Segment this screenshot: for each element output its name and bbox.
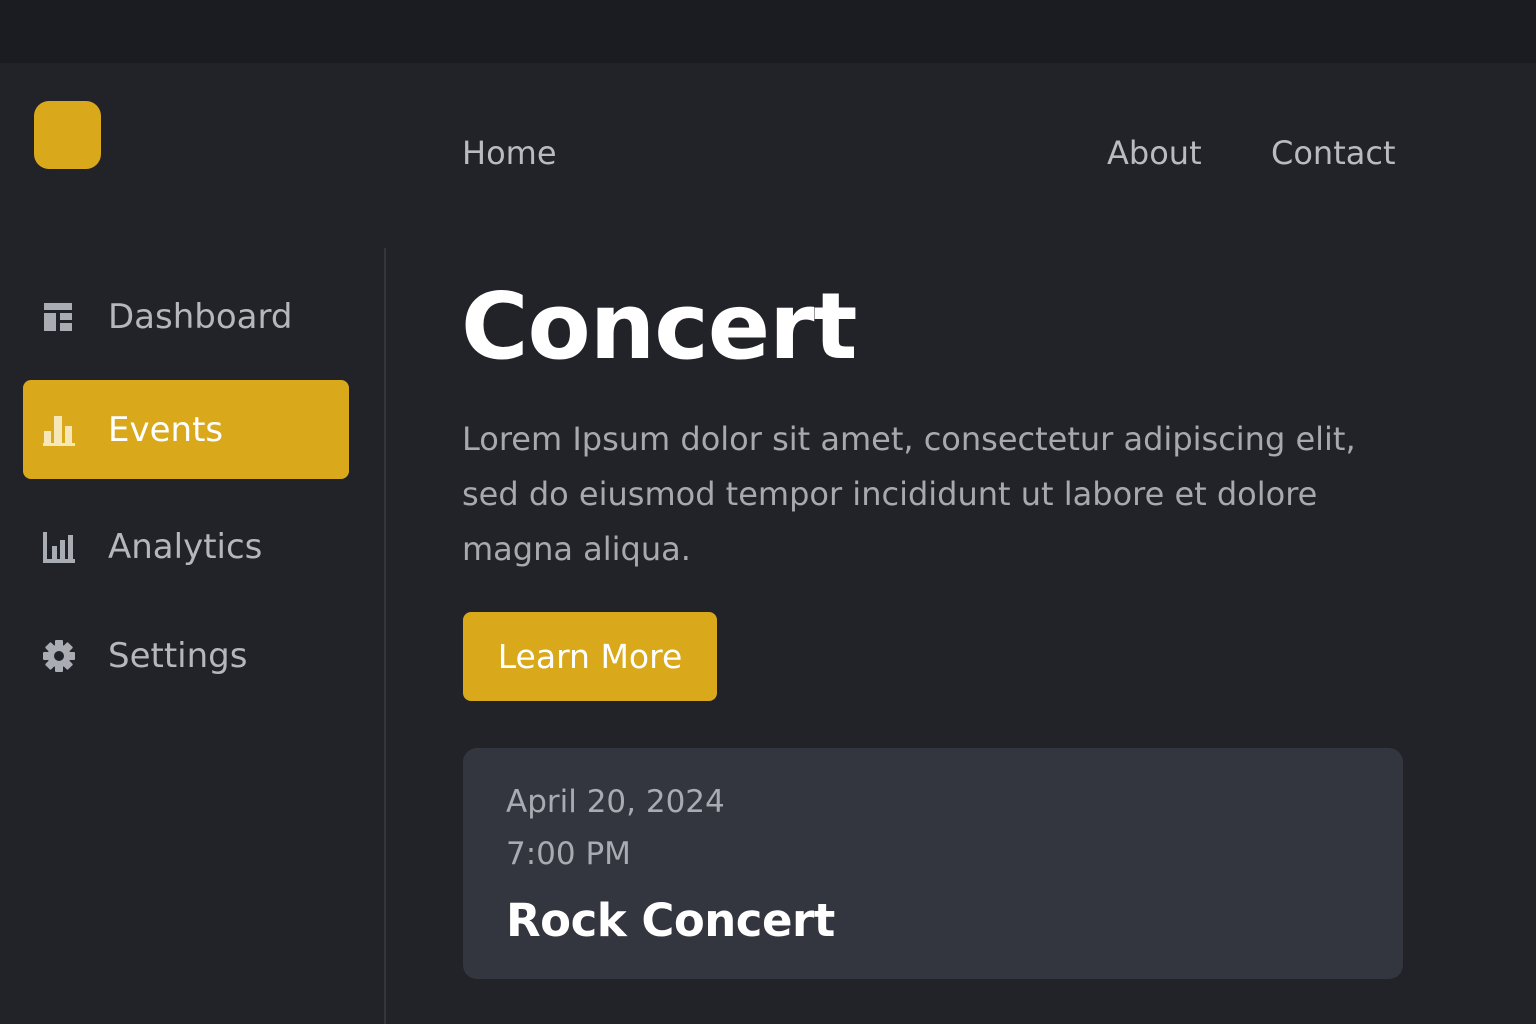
nav-contact-link[interactable]: Contact: [1271, 134, 1396, 172]
sidebar-item-analytics[interactable]: Analytics: [23, 497, 349, 596]
sidebar-item-label: Analytics: [108, 526, 263, 567]
analytics-icon: [42, 530, 76, 564]
event-date: April 20, 2024: [506, 784, 725, 820]
top-bar: [0, 0, 1536, 63]
sidebar-item-settings[interactable]: Settings: [23, 606, 349, 705]
sidebar-item-events[interactable]: Events: [23, 380, 349, 479]
event-name: Rock Concert: [506, 894, 835, 947]
page-title: Concert: [461, 273, 857, 380]
learn-more-button[interactable]: Learn More: [463, 612, 717, 701]
gear-icon: [42, 639, 76, 673]
bar-chart-icon: [42, 413, 76, 447]
sidebar-item-label: Dashboard: [108, 296, 293, 337]
sidebar-item-label: Events: [108, 409, 224, 450]
dashboard-icon: [42, 300, 76, 334]
sidebar-divider: [384, 248, 386, 1024]
app-logo[interactable]: [34, 101, 101, 169]
sidebar-item-dashboard[interactable]: Dashboard: [23, 267, 349, 366]
nav-about-link[interactable]: About: [1107, 134, 1202, 172]
sidebar-item-label: Settings: [108, 635, 248, 676]
event-card[interactable]: April 20, 2024 7:00 PM Rock Concert: [463, 748, 1403, 979]
page-description: Lorem Ipsum dolor sit amet, consectetur …: [462, 420, 1356, 568]
event-time: 7:00 PM: [506, 836, 631, 872]
nav-home-link[interactable]: Home: [462, 134, 557, 172]
